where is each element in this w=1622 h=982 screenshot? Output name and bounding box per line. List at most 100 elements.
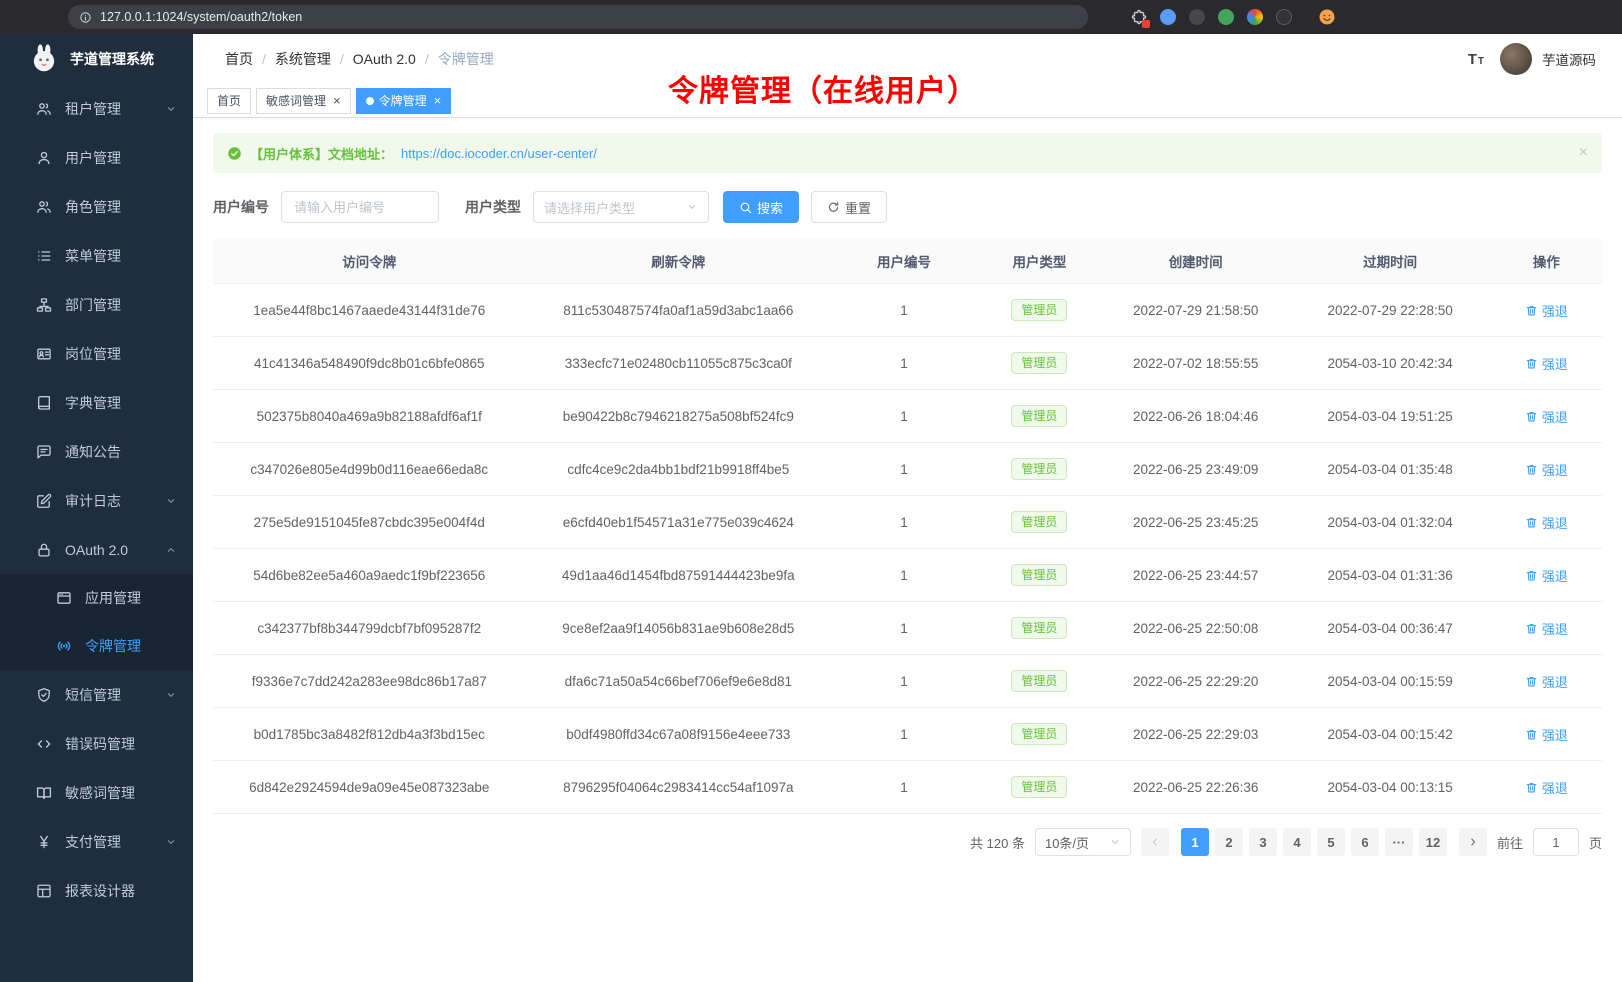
force-logout-button[interactable]: 强退 — [1525, 566, 1568, 585]
window-icon — [56, 590, 72, 606]
sidebar-item-oauth2[interactable]: OAuth 2.0 — [0, 525, 193, 574]
search-button[interactable]: 搜索 — [723, 191, 799, 223]
breadcrumb-item-0[interactable]: 首页 — [225, 49, 253, 69]
profile-avatar-icon[interactable] — [1318, 8, 1336, 26]
refresh-token-cell: cdfc4ce9c2da4bb1bdf21b9918ff4be5 — [526, 443, 832, 496]
page-button-1[interactable]: 1 — [1181, 828, 1209, 856]
sidebar-item-pay[interactable]: 支付管理 — [0, 817, 193, 866]
sidebar-item-report[interactable]: 报表设计器 — [0, 866, 193, 915]
sidebar-item-tenant[interactable]: 租户管理 — [0, 84, 193, 133]
sidebar-item-role[interactable]: 角色管理 — [0, 182, 193, 231]
sidebar-item-label: 审计日志 — [65, 491, 121, 511]
page-button-12[interactable]: 12 — [1419, 828, 1447, 856]
user-type-badge: 管理员 — [1011, 405, 1067, 427]
sidebar-item-label: 角色管理 — [65, 197, 121, 217]
more-pages-button[interactable]: ··· — [1385, 828, 1413, 856]
sidebar-item-sms[interactable]: 短信管理 — [0, 670, 193, 719]
sidebar-item-dept[interactable]: 部门管理 — [0, 280, 193, 329]
list-icon — [36, 248, 52, 264]
logo-rabbit-icon — [28, 43, 60, 75]
breadcrumb-item-3: 令牌管理 — [438, 49, 494, 69]
next-page-button[interactable] — [1459, 828, 1487, 856]
table-row: c342377bf8b344799dcbf7bf095287f29ce8ef2a… — [213, 602, 1602, 655]
table-row: 502375b8040a469a9b82188afdf6af1fbe90422b… — [213, 390, 1602, 443]
force-logout-button[interactable]: 强退 — [1525, 513, 1568, 532]
force-logout-label: 强退 — [1542, 354, 1568, 373]
sidebar-item-notice[interactable]: 通知公告 — [0, 427, 193, 476]
sidebar-item-post[interactable]: 岗位管理 — [0, 329, 193, 378]
refresh-token-cell: b0df4980ffd34c67a08f9156e4eee733 — [526, 708, 832, 761]
create-time-cell: 2022-06-25 23:45:25 — [1102, 496, 1290, 549]
breadcrumb-item-2[interactable]: OAuth 2.0 — [353, 51, 416, 67]
user-type-select[interactable]: 请选择用户类型 — [533, 191, 709, 223]
sidebar-item-user[interactable]: 用户管理 — [0, 133, 193, 182]
sidebar-item-label: 应用管理 — [85, 588, 141, 608]
force-logout-button[interactable]: 强退 — [1525, 407, 1568, 426]
page-size-select[interactable]: 10条/页 — [1035, 828, 1131, 856]
sidebar-item-label: 报表设计器 — [65, 881, 135, 901]
tab-0[interactable]: 首页 — [207, 88, 251, 114]
info-icon[interactable] — [79, 11, 92, 24]
sidebar-item-oauth2-token[interactable]: 令牌管理 — [0, 622, 193, 670]
tab-close-icon[interactable]: × — [434, 94, 442, 107]
user-type-placeholder: 请选择用户类型 — [544, 198, 635, 217]
prev-page-button[interactable] — [1141, 828, 1169, 856]
table-row: 1ea5e44f8bc1467aaede43144f31de76811c5304… — [213, 284, 1602, 337]
chevron-down-icon — [686, 201, 698, 213]
address-bar[interactable]: 127.0.0.1:1024/system/oauth2/token — [68, 5, 1088, 29]
extension-green-icon[interactable] — [1218, 9, 1234, 25]
page-button-5[interactable]: 5 — [1317, 828, 1345, 856]
sidebar-item-oauth2-app[interactable]: 应用管理 — [0, 574, 193, 622]
search-button-label: 搜索 — [757, 198, 783, 217]
reset-button[interactable]: 重置 — [811, 191, 887, 223]
force-logout-button[interactable]: 强退 — [1525, 354, 1568, 373]
tab-label: 敏感词管理 — [266, 92, 326, 109]
force-logout-button[interactable]: 强退 — [1525, 619, 1568, 638]
extension-blue-icon[interactable] — [1160, 9, 1176, 25]
page-button-6[interactable]: 6 — [1351, 828, 1379, 856]
force-logout-button[interactable]: 强退 — [1525, 672, 1568, 691]
sidebar-item-sensitive[interactable]: 敏感词管理 — [0, 768, 193, 817]
force-logout-button[interactable]: 强退 — [1525, 301, 1568, 320]
tab-close-icon[interactable]: × — [333, 94, 341, 107]
app-logo[interactable]: 芋道管理系统 — [0, 34, 193, 84]
expire-time-cell: 2054-03-04 01:32:04 — [1289, 496, 1490, 549]
tab-2[interactable]: 令牌管理× — [356, 88, 452, 114]
sidebar-item-dict[interactable]: 字典管理 — [0, 378, 193, 427]
topbar: 首页/系统管理/OAuth 2.0/令牌管理 TT 芋道源码 — [193, 34, 1622, 84]
extension-colorful-icon[interactable] — [1247, 9, 1263, 25]
page-button-3[interactable]: 3 — [1249, 828, 1277, 856]
extension-dark2-icon[interactable] — [1276, 9, 1292, 25]
create-time-cell: 2022-06-25 22:29:03 — [1102, 708, 1290, 761]
force-logout-label: 强退 — [1542, 513, 1568, 532]
user-type-badge: 管理员 — [1011, 617, 1067, 639]
user-avatar[interactable] — [1500, 43, 1532, 75]
page-button-4[interactable]: 4 — [1283, 828, 1311, 856]
extension-dark-icon[interactable] — [1189, 9, 1205, 25]
chevron-down-icon — [165, 689, 177, 701]
refresh-token-cell: 811c530487574fa0af1a59d3abc1aa66 — [526, 284, 832, 337]
sidebar-item-audit[interactable]: 审计日志 — [0, 476, 193, 525]
sidebar-item-errcode[interactable]: 错误码管理 — [0, 719, 193, 768]
force-logout-button[interactable]: 强退 — [1525, 460, 1568, 479]
sidebar-item-menu[interactable]: 菜单管理 — [0, 231, 193, 280]
font-size-icon[interactable]: TT — [1468, 51, 1484, 68]
alert-close-icon[interactable]: × — [1579, 145, 1588, 161]
force-logout-button[interactable]: 强退 — [1525, 778, 1568, 797]
refresh-token-cell: 49d1aa46d1454fbd87591444423be9fa — [526, 549, 832, 602]
trash-icon — [1525, 569, 1538, 582]
doc-link[interactable]: https://doc.iocoder.cn/user-center/ — [401, 146, 597, 161]
username[interactable]: 芋道源码 — [1542, 49, 1596, 69]
user-id-input[interactable] — [281, 191, 439, 223]
breadcrumb-item-1[interactable]: 系统管理 — [275, 49, 331, 69]
tree-icon — [36, 297, 52, 313]
tab-1[interactable]: 敏感词管理 × — [256, 88, 351, 114]
page-button-2[interactable]: 2 — [1215, 828, 1243, 856]
table-row: 41c41346a548490f9dc8b01c6bfe0865333ecfc7… — [213, 337, 1602, 390]
expire-time-cell: 2054-03-04 01:31:36 — [1289, 549, 1490, 602]
expire-time-cell: 2054-03-04 01:35:48 — [1289, 443, 1490, 496]
force-logout-button[interactable]: 强退 — [1525, 725, 1568, 744]
extensions-puzzle-icon[interactable] — [1131, 9, 1147, 25]
users-icon — [36, 101, 52, 117]
goto-page-input[interactable] — [1533, 828, 1579, 856]
